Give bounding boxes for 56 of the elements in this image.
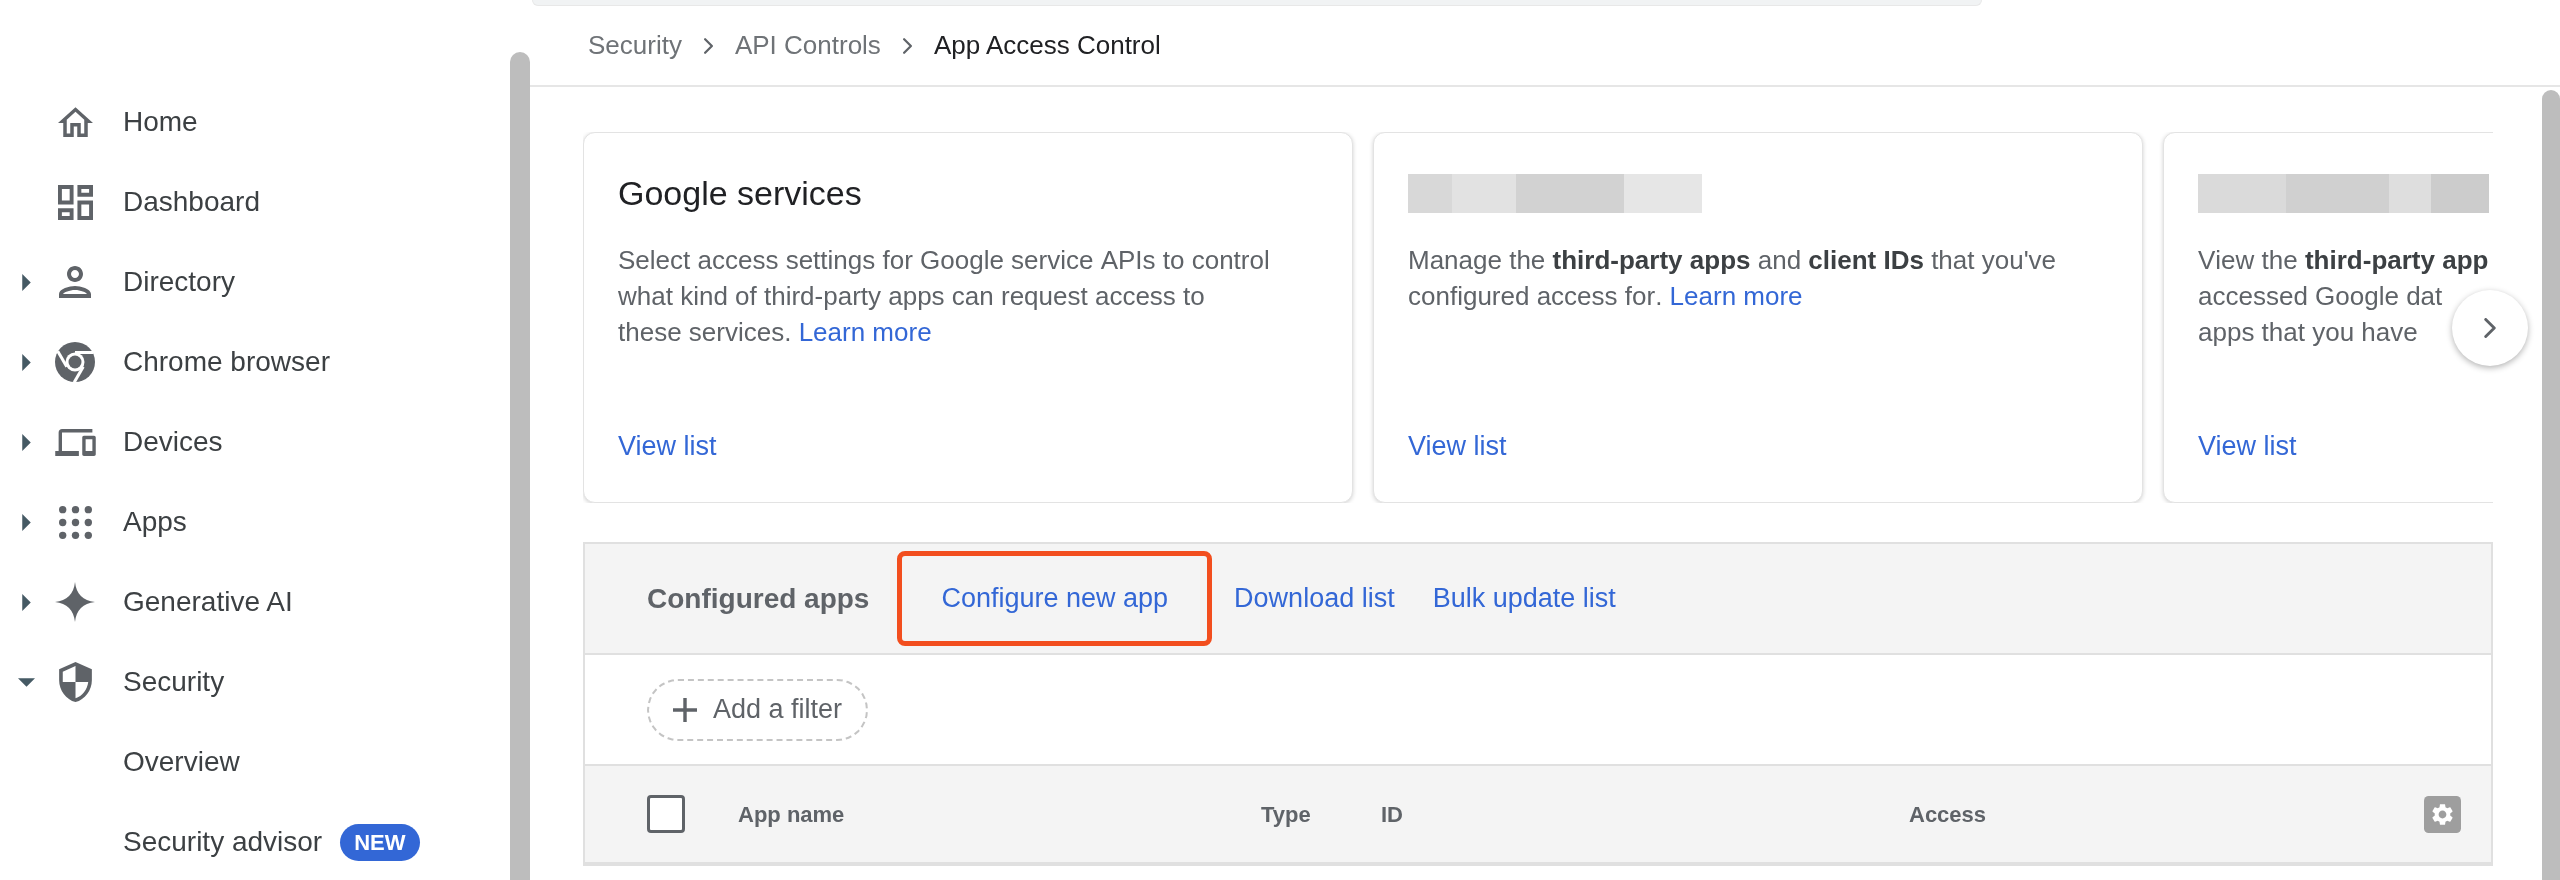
settings-icon[interactable] — [2424, 795, 2461, 833]
chevron-right-icon — [703, 37, 713, 54]
column-header: Type — [1261, 801, 1311, 827]
chevron-right-icon — [902, 37, 912, 54]
sidebar-item[interactable]: Devices — [53, 412, 223, 472]
configure-app-link[interactable]: Configure new app — [921, 570, 1189, 627]
new-badge: NEW — [340, 823, 420, 861]
sidebar-item[interactable]: Security — [53, 652, 225, 712]
sidebar-item[interactable]: Home — [53, 92, 198, 152]
ring-logo-icon — [55, 342, 95, 382]
sidebar-item[interactable]: Dashboard — [53, 172, 260, 232]
card-description-line: View the third-party app — [2198, 244, 2489, 277]
card-description: Manage the third-party apps and client IDs that you've configured access for. Learn more — [1408, 244, 2058, 313]
learn-more-link[interactable]: Learn more — [798, 317, 932, 347]
column-header: ID — [1381, 801, 1403, 827]
caret-icon[interactable] — [21, 273, 31, 291]
sidebar-item[interactable]: Generative AI — [53, 572, 293, 632]
sidebar-item[interactable]: Overview — [123, 732, 240, 792]
person-icon — [59, 266, 91, 298]
caret-icon[interactable] — [21, 593, 31, 611]
plus-icon — [673, 697, 697, 722]
card-description-line: accessed Google dat — [2198, 280, 2443, 313]
view-list-link[interactable]: View list — [618, 428, 717, 464]
select-all-checkbox[interactable] — [647, 795, 685, 833]
column-header: Access — [1909, 801, 1987, 827]
breadcrumb-current: App Access Control — [933, 29, 1161, 62]
caret-icon[interactable] — [21, 353, 31, 371]
view-list-link[interactable]: View list — [1408, 428, 1507, 464]
chevron-right-icon — [2484, 318, 2496, 338]
breadcrumb-link[interactable]: Security — [588, 26, 682, 65]
toolbar-link[interactable]: Download list — [1218, 570, 1411, 627]
sidebar-scrollbar[interactable] — [510, 52, 530, 880]
caret-icon[interactable] — [21, 433, 31, 451]
sidebar-item[interactable]: Security advisor NEW — [123, 812, 420, 872]
card-description-line: apps that you have — [2198, 316, 2418, 349]
column-header: App name — [738, 801, 845, 827]
caret-icon[interactable] — [21, 513, 31, 531]
breadcrumb-link[interactable]: API Controls — [734, 26, 881, 65]
grid-dots-icon — [58, 505, 92, 539]
devices-icon — [54, 428, 96, 456]
view-list-link[interactable]: View list — [2198, 428, 2297, 464]
home-icon — [57, 107, 93, 137]
page-scrollbar[interactable] — [2542, 90, 2560, 880]
card-description: Select access settings for Google service APIs to control what kind of third-party apps can request access to these services. Learn more — [618, 244, 1271, 349]
sidebar-item[interactable]: Apps — [53, 492, 187, 552]
learn-more-link[interactable]: Learn more — [1669, 281, 1803, 311]
shield-icon — [58, 662, 92, 702]
sparkle-icon — [55, 582, 95, 622]
card-title: Google services — [618, 173, 862, 213]
add-filter-button[interactable]: Add a filter — [647, 678, 869, 741]
panel-title: Configured apps — [647, 581, 870, 616]
toolbar-link[interactable]: Bulk update list — [1416, 570, 1632, 627]
sidebar-item[interactable]: Chrome browser — [53, 332, 330, 392]
sidebar-item[interactable]: Directory — [53, 252, 235, 312]
dashboard-icon — [57, 184, 93, 220]
caret-icon[interactable] — [17, 677, 35, 687]
